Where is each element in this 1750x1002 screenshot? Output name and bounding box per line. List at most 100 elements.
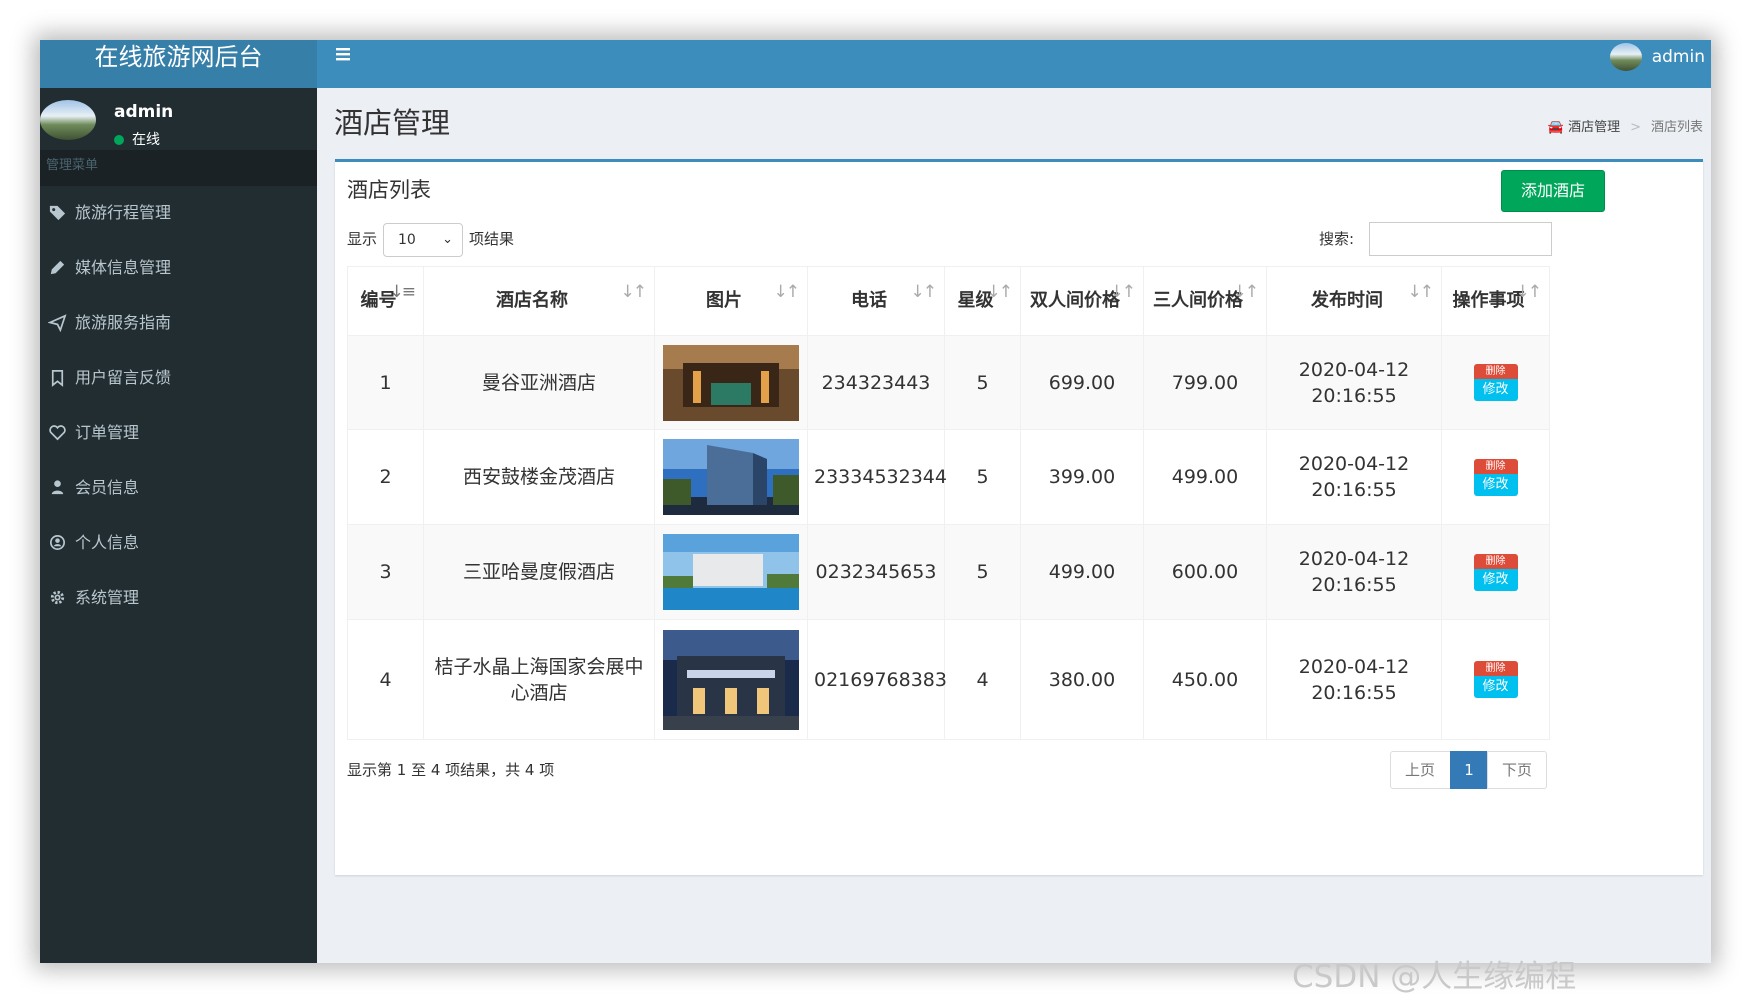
chevron-down-icon: ⌄ (442, 231, 454, 247)
column-header-phone[interactable]: 电话 ↓↑ (807, 266, 945, 336)
edit-button[interactable]: 修改 (1473, 473, 1518, 496)
sidebar-item-feedback[interactable]: 用户留言反馈 (40, 351, 317, 406)
search-input[interactable] (1369, 222, 1552, 256)
column-header-publish-time[interactable]: 发布时间 ↓↑ (1266, 266, 1442, 336)
cell-triple-price: 499.00 (1143, 429, 1267, 525)
cell-star: 4 (944, 619, 1021, 740)
gear-icon (48, 575, 67, 605)
delete-button[interactable]: 删除 (1473, 553, 1518, 569)
cell-image (654, 524, 808, 620)
hotel-table: 编号 ↓≡ 酒店名称 ↓↑ 图片 ↓↑ 电话 ↓↑ 星级 ↓↑ 双人间价格 ↓↑ 三人间价格… (347, 266, 1550, 740)
sidebar-item-travel-routes[interactable]: 旅游行程管理 (40, 186, 317, 241)
sort-icon: ↓↑ (773, 282, 800, 302)
sort-icon: ↓↑ (986, 282, 1013, 302)
user-panel: admin 在线 (40, 88, 317, 150)
breadcrumb-current: 酒店列表 (1650, 120, 1703, 135)
cell-phone: 0232345653 (807, 524, 945, 620)
cell-id: 1 (347, 335, 424, 430)
pencil-icon (48, 245, 67, 275)
column-header-double-price[interactable]: 双人间价格 ↓↑ (1020, 266, 1144, 336)
edit-button[interactable]: 修改 (1473, 568, 1518, 591)
sidebar-item-label: 系统管理 (75, 588, 140, 607)
bookmark-icon (48, 355, 67, 387)
top-navbar: admin (317, 40, 1711, 88)
cell-actions: 删除 修改 (1441, 335, 1550, 430)
sort-icon: ↓↑ (1515, 282, 1542, 302)
sidebar-menu: 旅游行程管理 媒体信息管理 旅游服务指南 用户留言反馈 订单管理 会员信息 个人… (40, 186, 317, 626)
hotel-photo (663, 439, 799, 515)
action-buttons: 删除 修改 (1473, 364, 1518, 401)
user-circle-icon (48, 520, 67, 551)
table-header-row: 编号 ↓≡ 酒店名称 ↓↑ 图片 ↓↑ 电话 ↓↑ 星级 ↓↑ 双人间价格 ↓↑ 三人间价格… (347, 266, 1550, 336)
action-buttons: 删除 修改 (1473, 553, 1518, 591)
cell-image (654, 619, 808, 740)
sort-icon: ↓↑ (910, 282, 937, 302)
user-icon (48, 465, 67, 495)
cell-actions: 删除 修改 (1441, 524, 1550, 620)
sidebar-item-system[interactable]: 系统管理 (40, 571, 317, 626)
show-label: 显示 (347, 230, 378, 248)
search-label: 搜索: (1319, 230, 1355, 248)
column-header-star[interactable]: 星级 ↓↑ (944, 266, 1021, 336)
user-status-text: 在线 (132, 132, 160, 148)
sort-icon: ↓↑ (620, 282, 647, 302)
app-logo[interactable]: 在线旅游网后台 (40, 40, 317, 88)
breadcrumb-root[interactable]: 酒店管理 (1568, 120, 1620, 135)
cell-name: 曼谷亚洲酒店 (423, 335, 655, 430)
sidebar-item-label: 个人信息 (75, 533, 140, 552)
sidebar-item-members[interactable]: 会员信息 (40, 461, 317, 516)
cell-double-price: 380.00 (1020, 619, 1144, 740)
delete-button[interactable]: 删除 (1473, 458, 1518, 474)
cell-id: 3 (347, 524, 424, 620)
page-1-button[interactable]: 1 (1450, 751, 1488, 789)
sidebar: 在线旅游网后台 admin 在线 管理菜单 旅游行程管理 媒体信息管理 旅游服务… (40, 40, 317, 963)
avatar (40, 100, 96, 140)
sidebar-item-orders[interactable]: 订单管理 (40, 406, 317, 461)
cell-publish-time: 2020-04-12 20:16:55 (1266, 524, 1442, 620)
page-length-select[interactable]: 10 ⌄ (383, 222, 464, 257)
sidebar-item-label: 用户留言反馈 (75, 368, 172, 387)
online-dot-icon (114, 135, 124, 145)
sidebar-item-label: 媒体信息管理 (75, 258, 172, 277)
column-header-name[interactable]: 酒店名称 ↓↑ (423, 266, 655, 336)
cell-triple-price: 600.00 (1143, 524, 1267, 620)
cell-image (654, 335, 808, 430)
entries-label: 项结果 (469, 230, 515, 248)
cell-double-price: 399.00 (1020, 429, 1144, 525)
sidebar-item-profile[interactable]: 个人信息 (40, 516, 317, 571)
sort-icon: ↓↑ (1109, 282, 1136, 302)
sidebar-item-service-guide[interactable]: 旅游服务指南 (40, 296, 317, 351)
delete-button[interactable]: 删除 (1473, 364, 1518, 379)
column-header-triple-price[interactable]: 三人间价格 ↓↑ (1143, 266, 1267, 336)
user-menu[interactable]: admin (1609, 42, 1705, 72)
hotel-photo (663, 629, 799, 730)
sidebar-item-media[interactable]: 媒体信息管理 (40, 241, 317, 296)
action-buttons: 删除 修改 (1473, 458, 1518, 496)
user-status: 在线 (114, 129, 160, 149)
table-row: 4 桔子水晶上海国家会展中心酒店 02169768383 4 380.00 45… (347, 619, 1550, 740)
cell-star: 5 (944, 524, 1021, 620)
cell-phone: 02169768383 (807, 619, 947, 740)
cell-image (654, 429, 808, 525)
edit-button[interactable]: 修改 (1473, 379, 1518, 401)
breadcrumb-separator: > (1630, 120, 1641, 135)
edit-button[interactable]: 修改 (1473, 676, 1518, 698)
cell-phone: 234323443 (807, 335, 945, 430)
next-page-button[interactable]: 下页 (1487, 751, 1547, 789)
sort-icon: ↓↑ (1232, 282, 1259, 302)
column-header-actions[interactable]: 操作事项 ↓↑ (1441, 266, 1550, 336)
action-buttons: 删除 修改 (1473, 661, 1518, 698)
menu-toggle-icon[interactable] (333, 44, 353, 64)
sort-asc-icon: ↓≡ (389, 282, 416, 302)
cell-id: 2 (347, 429, 424, 525)
breadcrumb: 🚘 酒店管理 > 酒店列表 (1548, 116, 1703, 135)
delete-button[interactable]: 删除 (1473, 661, 1518, 676)
sidebar-item-label: 会员信息 (75, 478, 140, 497)
prev-page-button[interactable]: 上页 (1390, 751, 1451, 789)
column-header-id[interactable]: 编号 ↓≡ (347, 266, 424, 336)
sidebar-item-label: 旅游行程管理 (75, 203, 172, 222)
cell-double-price: 699.00 (1020, 335, 1144, 430)
add-hotel-button[interactable]: 添加酒店 (1501, 170, 1605, 212)
column-header-image[interactable]: 图片 ↓↑ (654, 266, 808, 336)
cell-star: 5 (944, 335, 1021, 430)
